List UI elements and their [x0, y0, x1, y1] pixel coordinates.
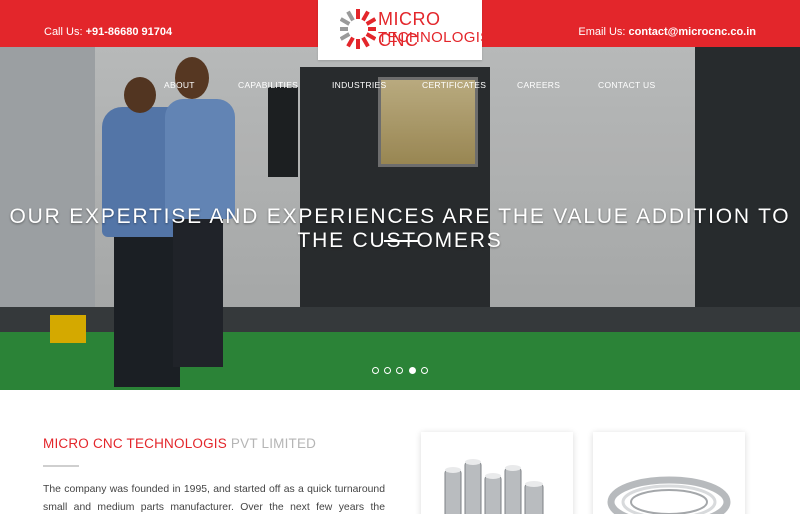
- nav-about[interactable]: ABOUT: [164, 80, 195, 90]
- ring-part-image: [607, 476, 731, 514]
- nav-careers[interactable]: CAREERS: [517, 80, 560, 90]
- title-divider: [43, 465, 79, 467]
- slide-dot-2[interactable]: [384, 367, 391, 374]
- nav-contact-us[interactable]: CONTACT US: [598, 80, 655, 90]
- slide-dot-1[interactable]: [372, 367, 379, 374]
- slide-dot-3[interactable]: [396, 367, 403, 374]
- logo[interactable]: MICRO CNC TECHNOLOGIS: [318, 0, 490, 60]
- gear-logo-icon: [340, 9, 376, 49]
- headline-underline: [384, 240, 418, 242]
- email-link[interactable]: contact@microcnc.co.in: [629, 26, 756, 38]
- product-card-1[interactable]: [421, 432, 573, 514]
- product-card-2[interactable]: [593, 432, 745, 514]
- call-label: Call Us:: [44, 26, 86, 38]
- machined-parts-image: [444, 459, 544, 514]
- company-suffix: PVT LIMITED: [226, 436, 317, 451]
- email-label: Email Us:: [578, 26, 629, 38]
- call-us: Call Us: +91-86680 91704: [44, 26, 172, 38]
- nav-capabilities[interactable]: CAPABILITIES: [238, 80, 298, 90]
- nav-certificates[interactable]: CERTIFICATES: [422, 80, 486, 90]
- nav-industries[interactable]: INDUSTRIES: [332, 80, 386, 90]
- email-us: Email Us: contact@microcnc.co.in: [578, 26, 756, 38]
- phone-link[interactable]: +91-86680 91704: [86, 26, 173, 38]
- slide-dot-4[interactable]: [409, 367, 416, 374]
- main-nav: ABOUT CAPABILITIES INDUSTRIES CERTIFICAT…: [0, 80, 800, 92]
- company-name: MICRO CNC TECHNOLOGIS: [43, 436, 227, 451]
- logo-line2: TECHNOLOGIS: [378, 29, 491, 46]
- company-title: MICRO CNC TECHNOLOGIS PVT LIMITED: [43, 436, 316, 451]
- slide-dot-5[interactable]: [421, 367, 428, 374]
- about-text: The company was founded in 1995, and sta…: [43, 484, 385, 513]
- hero-headline: OUR EXPERTISE AND EXPERIENCES ARE THE VA…: [9, 205, 791, 252]
